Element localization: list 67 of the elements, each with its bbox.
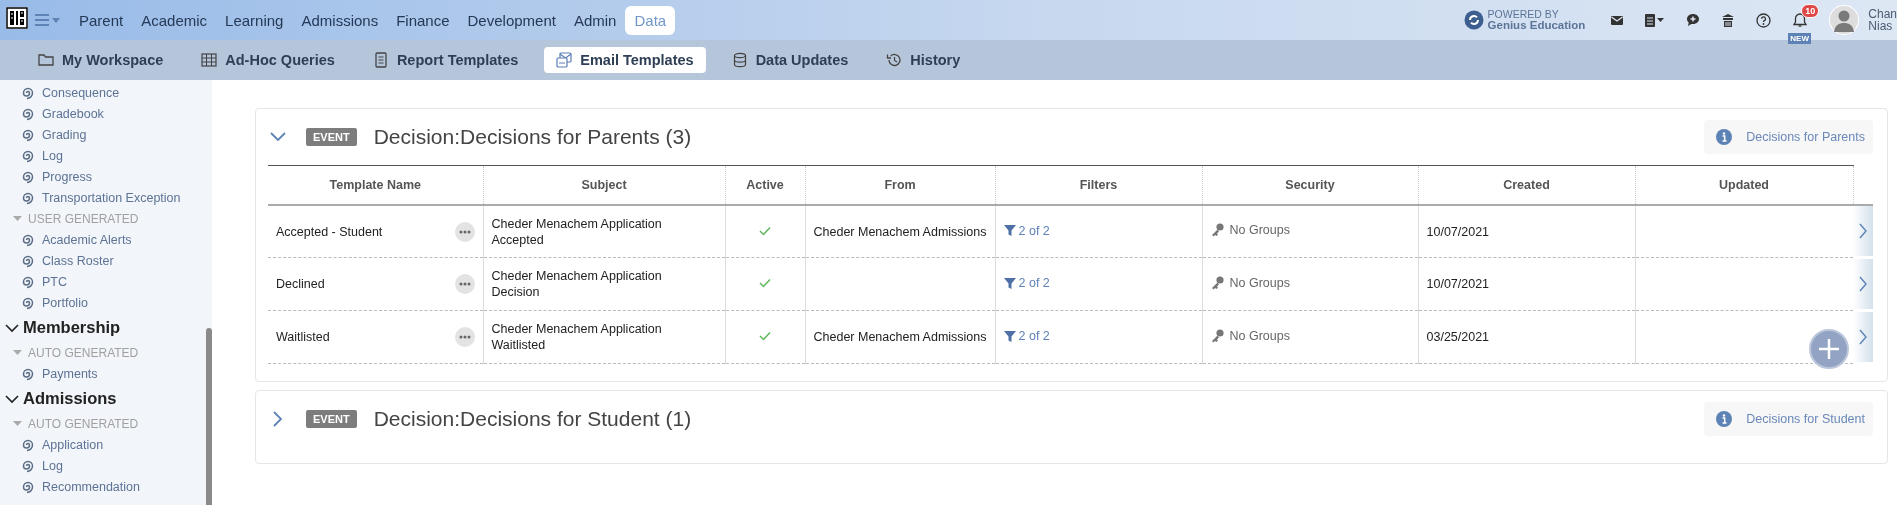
column-header[interactable]: Template Name	[268, 165, 483, 205]
event-badge: EVENT	[306, 128, 357, 146]
filters-link[interactable]: 2 of 2	[1003, 222, 1050, 239]
tab[interactable]: Report Templates	[360, 47, 531, 73]
sidebar-item[interactable]: Progress	[0, 166, 205, 187]
column-header[interactable]: From	[805, 165, 995, 205]
sidebar-item[interactable]: Portfolio	[0, 292, 205, 313]
sidebar-item[interactable]: Transportation Exception	[0, 187, 205, 208]
table-cell: Cheder Menachem Admissions	[805, 205, 995, 258]
nav-tab[interactable]: Learning	[216, 5, 293, 35]
sidebar-item[interactable]: Consequence	[0, 82, 205, 103]
nav-tab[interactable]: Finance	[387, 5, 459, 35]
sidebar-item[interactable]: Gradebook	[0, 103, 205, 124]
nav-tab[interactable]: Development	[458, 5, 565, 35]
tab[interactable]: My Workspace	[26, 47, 176, 73]
column-header[interactable]: Updated	[1635, 165, 1853, 205]
tab[interactable]: History	[874, 47, 973, 73]
template-name: Waitlisted	[276, 329, 330, 345]
filters-link[interactable]: 2 of 2	[1003, 328, 1050, 345]
nav-tab[interactable]: Admissions	[292, 5, 388, 35]
section-header[interactable]: Admissions	[0, 384, 205, 413]
table-cell: Cheder Menachem Application Waitlisted	[483, 310, 725, 364]
column-header[interactable]: Filters	[995, 165, 1202, 205]
sidebar-item[interactable]: PTC	[0, 271, 205, 292]
brand-name: Genius Education	[1487, 20, 1586, 31]
event-badge: EVENT	[306, 410, 357, 428]
nav-tab[interactable]: Academic	[132, 5, 217, 35]
powered-by-label: POWERED BY	[1487, 9, 1560, 20]
user-name: Nias	[1868, 20, 1894, 32]
table-cell: Cheder Menachem Admissions	[805, 310, 995, 364]
nav-tab[interactable]: Data	[625, 5, 676, 35]
filters-link[interactable]: 2 of 2	[1003, 275, 1050, 292]
template-name: Accepted - Student	[276, 223, 383, 240]
table-cell: 10/07/2021	[1418, 205, 1635, 258]
card-title: Decision:Decisions for Student (1)	[373, 407, 692, 431]
sidebar-item[interactable]: Academic Alerts	[0, 229, 205, 250]
info-button[interactable]: Decisions for Parents	[1704, 120, 1873, 154]
nav-tab[interactable]: Parent	[70, 5, 133, 35]
sidebar-item[interactable]: Payments	[0, 363, 205, 384]
sidebar-item[interactable]: Application	[0, 434, 205, 455]
sidebar-item[interactable]: Grading	[0, 124, 205, 145]
table-cell: Cheder Menachem Application Decision	[483, 257, 725, 311]
nav-tab[interactable]: Admin	[564, 5, 626, 35]
template-name: Declined	[276, 276, 325, 292]
column-header[interactable]: Active	[725, 165, 805, 205]
sidebar-item[interactable]: Log	[0, 145, 205, 166]
column-header[interactable]: Created	[1418, 165, 1635, 205]
info-button[interactable]: Decisions for Student	[1704, 402, 1873, 436]
column-header[interactable]: Security	[1202, 165, 1418, 205]
security-label: No Groups	[1210, 222, 1290, 238]
table-cell: Cheder Menachem Application Accepted	[483, 205, 725, 258]
table-cell: 03/25/2021	[1418, 310, 1635, 364]
sidebar-item[interactable]: Log	[0, 455, 205, 476]
column-header[interactable]: Subject	[483, 165, 725, 205]
security-label: No Groups	[1210, 327, 1290, 344]
tab[interactable]: Email Templates	[544, 47, 706, 73]
tab[interactable]: Ad-Hoc Queries	[189, 47, 347, 73]
user-name: Chan	[1868, 8, 1897, 20]
notification-count: 10	[1801, 4, 1820, 18]
sidebar-item[interactable]: Recommendation	[0, 476, 205, 497]
card-title: Decision:Decisions for Parents (3)	[373, 125, 692, 149]
section-header[interactable]: Membership	[0, 313, 205, 342]
sidebar-item[interactable]: Class Roster	[0, 250, 205, 271]
table-cell: 10/07/2021	[1418, 257, 1635, 311]
tab[interactable]: Data Updates	[719, 47, 861, 73]
new-label: NEW	[1788, 33, 1811, 44]
security-label: No Groups	[1210, 274, 1290, 291]
